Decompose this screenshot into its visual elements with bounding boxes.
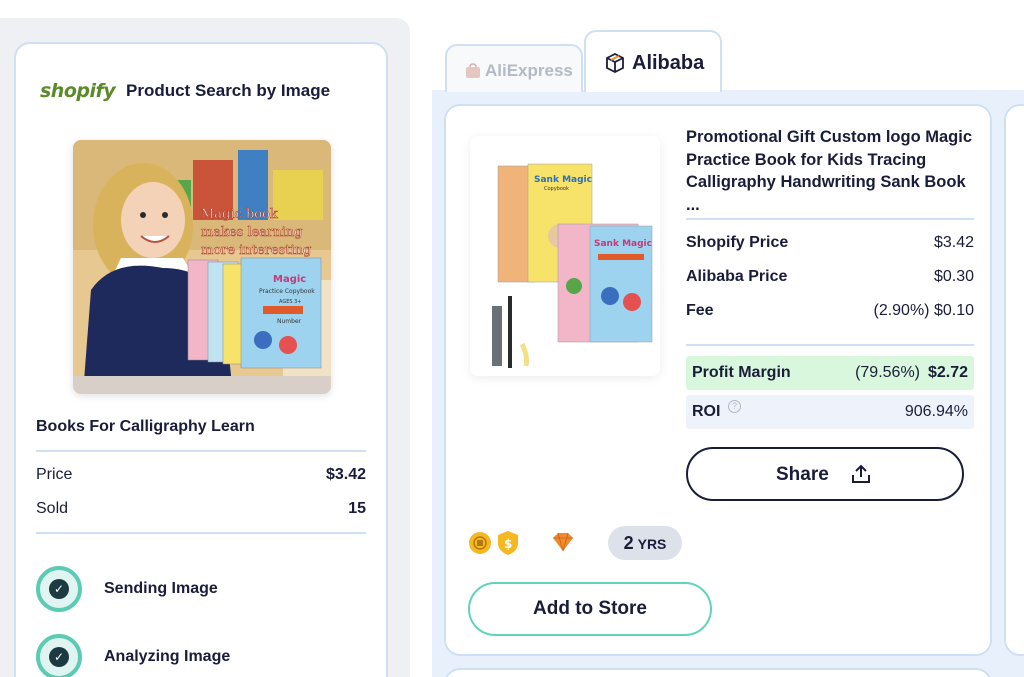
aliexpress-icon [465,63,481,84]
add-to-store-button[interactable]: Add to Store [468,582,712,636]
row-value: $3.42 [933,234,974,251]
price-label: Price [36,466,73,483]
step-analyzing-image: ✓ Analyzing Image [36,634,336,677]
sold-row: Sold 15 [36,500,366,520]
divider [686,218,974,220]
tab-label: Alibaba [632,52,705,74]
supplier-badges: $ 2 YRS [468,526,708,560]
price-row: Price $3.42 [36,466,366,486]
gold-medal-icon [468,531,492,560]
profit-margin-row: Profit Margin (79.56%) $2.72 [686,356,974,390]
years-unit: YRS [637,536,667,552]
check-icon: ✓ [49,647,69,667]
tab-alibaba[interactable]: Alibaba [584,30,722,92]
next-result-card [1004,104,1024,656]
tab-label: AliExpress [485,61,573,80]
divider [36,532,366,534]
panel-title: Product Search by Image [126,81,331,100]
tab-aliexpress[interactable]: AliExpress [445,44,583,92]
roi-label: ROI [692,403,721,420]
overlay-line-1: Magic book [201,207,278,222]
alibaba-price-row: Alibaba Price $0.30 [686,262,974,296]
share-icon [850,463,872,491]
product-name: Books For Calligraphy Learn [36,418,255,435]
step-complete-ring: ✓ [36,634,82,677]
sold-value: 15 [348,500,366,517]
price-value: $3.42 [325,466,366,483]
divider [686,344,974,346]
divider [36,450,366,452]
row-label: Shopify Price [686,234,789,251]
price-breakdown: Shopify Price $3.42 Alibaba Price $0.30 … [686,228,974,330]
book-title: Magic [273,274,306,285]
roi-value: 906.94% [904,403,968,420]
shopify-product-card: shopify Product Search by Image Magic bo… [14,42,388,677]
book-cover-text: Sank Magic [534,175,592,185]
check-icon: ✓ [49,579,69,599]
supplier-product-image: Sank Magic Copybook Sank Magic [470,136,660,376]
overlay-line-3: more interesting [201,243,311,258]
app-screen: shopify Product Search by Image Magic bo… [0,0,1024,677]
row-label: Alibaba Price [686,268,788,285]
share-label: Share [776,464,829,485]
sold-label: Sold [36,500,69,517]
profit-label: Profit Margin [692,364,791,381]
row-label: Fee [686,302,714,319]
book-cover-sub: Copybook [544,186,569,192]
shopify-logo: shopify [40,80,116,102]
shopify-price-row: Shopify Price $3.42 [686,228,974,262]
help-icon[interactable]: ? [728,400,741,413]
roi-row: ROI ? 906.94% [686,395,974,429]
row-value: $0.30 [933,268,974,285]
book-cover-text: Sank Magic [594,239,652,249]
profit-value: $2.72 [927,364,968,381]
profit-percent: (79.56%) [855,364,920,381]
fee-row: Fee (2.90%) $0.10 [686,296,974,330]
years-number: 2 [623,533,634,553]
supplier-product-title[interactable]: Promotional Gift Custom logo Magic Pract… [686,126,976,216]
book-ages: AGES 3+ [279,299,302,305]
svg-text:$: $ [504,537,512,551]
alibaba-icon [604,52,626,79]
row-value: (2.90%) $0.10 [873,302,974,319]
product-image: Magic book makes learning more interesti… [73,140,331,394]
share-button[interactable]: Share [686,447,964,501]
step-label: Sending Image [104,580,218,597]
overlay-line-2: makes learning [201,225,303,240]
years-badge: 2 YRS [608,526,682,560]
step-label: Analyzing Image [104,648,231,665]
verified-shield-icon: $ [496,530,520,561]
step-complete-ring: ✓ [36,566,82,612]
next-result-card-bottom [444,668,992,677]
supplier-result-card: Sank Magic Copybook Sank Magic Promotion… [444,104,992,656]
step-sending-image: ✓ Sending Image [36,566,336,612]
diamond-icon [552,532,574,557]
book-subtitle: Practice Copybook [259,288,315,295]
book-topic: Number [277,318,302,325]
